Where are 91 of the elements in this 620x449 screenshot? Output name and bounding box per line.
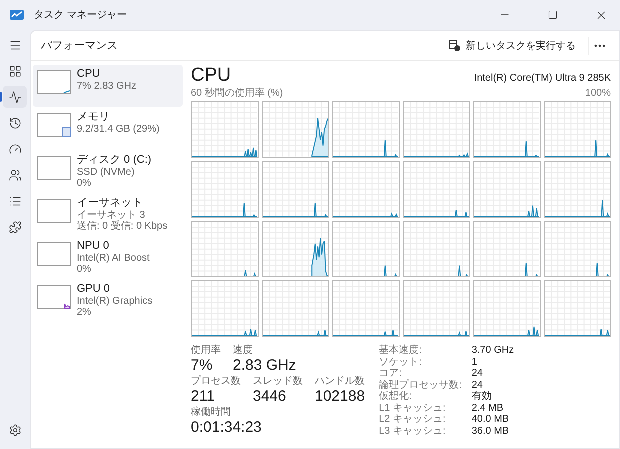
core-usage-graph	[544, 101, 611, 158]
spec-value: 24	[472, 368, 484, 380]
spec-value: 有効	[472, 391, 493, 402]
spec-label: ソケット:	[379, 356, 423, 368]
spec-label: コア:	[379, 368, 403, 380]
device-item[interactable]: CPU 7% 2.83 GHz	[33, 65, 183, 107]
core-usage-graph	[544, 160, 611, 218]
processor-model: Intel(R) Core(TM) Ultra 9 285K	[474, 73, 611, 86]
spec-value: 1	[472, 356, 478, 368]
stat-value: 3446	[253, 388, 288, 406]
stat-label: 速度	[233, 345, 254, 357]
core-usage-graph	[402, 101, 470, 158]
core-usage-graph	[473, 101, 540, 158]
core-usage-graph	[473, 220, 540, 278]
usage-thumbnail	[37, 242, 71, 266]
core-usage-graph	[332, 220, 400, 278]
core-usage-graph	[191, 220, 258, 278]
device-name: GPU 0	[77, 283, 112, 296]
stat-label: ハンドル数	[315, 376, 366, 388]
device-detail: Intel(R) Graphics	[77, 296, 153, 307]
core-usage-graph	[332, 280, 400, 337]
spec-value: 3.70 GHz	[472, 345, 514, 356]
spec-value: 40.0 MB	[472, 414, 510, 426]
maximize-icon	[548, 10, 558, 20]
core-usage-graph	[402, 160, 470, 218]
stat-value: 0:01:34:23	[191, 419, 262, 437]
device-name: イーサネット	[77, 197, 144, 210]
usage-thumbnail	[37, 199, 71, 223]
device-detail: 2%	[77, 307, 92, 318]
device-detail: Intel(R) AI Boost	[77, 253, 150, 264]
stat-value: 102188	[315, 388, 366, 406]
spec-label: 論理プロセッサ数:	[379, 380, 462, 390]
device-detail: イーサネット 3	[77, 210, 146, 221]
core-usage-graph	[262, 280, 329, 337]
spec-label: L1 キャッシュ:	[379, 402, 447, 414]
device-item[interactable]: メモリ 9.2/31.4 GB (29%)	[33, 108, 183, 150]
device-item[interactable]: NPU 0 Intel(R) AI Boost 0%	[33, 237, 183, 279]
run-new-task-button[interactable]: 新しいタスクを実行する	[443, 36, 582, 56]
spec-value: 36.0 MB	[472, 426, 510, 437]
device-name: CPU	[77, 68, 102, 81]
stat-label: スレッド数	[253, 376, 303, 388]
core-usage-graph	[262, 101, 329, 158]
device-detail: 送信: 0 受信: 0 Kbps	[77, 221, 168, 232]
device-item[interactable]: GPU 0 Intel(R) Graphics 2%	[33, 280, 183, 322]
spec-label: 基本速度:	[379, 345, 423, 356]
device-name: メモリ	[77, 111, 111, 124]
device-detail: 9.2/31.4 GB (29%)	[77, 124, 160, 135]
device-item[interactable]: イーサネット イーサネット 3 送信: 0 受信: 0 Kbps	[33, 194, 183, 236]
core-usage-graph	[262, 220, 329, 278]
spec-value: 24	[472, 380, 484, 390]
core-usage-graph	[544, 220, 611, 278]
device-name: NPU 0	[77, 240, 110, 253]
device-detail: 0%	[77, 178, 92, 189]
device-detail: 0%	[77, 264, 92, 275]
usage-thumbnail	[37, 285, 71, 309]
usage-thumbnail	[37, 156, 71, 180]
core-usage-graph	[262, 160, 329, 218]
core-usage-graph	[191, 101, 258, 158]
device-item[interactable]: ディスク 0 (C:) SSD (NVMe) 0%	[33, 151, 183, 193]
activity-icon[interactable]	[3, 86, 27, 108]
stat-value: 2.83 GHz	[233, 357, 296, 375]
graph-caption: 60 秒間の使用率 (%)	[191, 88, 284, 100]
core-usage-graph	[191, 280, 258, 337]
core-usage-graph	[332, 160, 400, 218]
spec-value: 2.4 MB	[472, 402, 505, 414]
stat-label: 稼働時間	[191, 407, 232, 419]
stat-value: 211	[191, 388, 216, 406]
device-detail: 7% 2.83 GHz	[77, 81, 136, 92]
core-usage-graph	[544, 280, 611, 337]
usage-thumbnail	[37, 113, 71, 137]
device-detail: SSD (NVMe)	[77, 167, 136, 178]
stat-label: 使用率	[191, 345, 221, 357]
graph-max-label: 100%	[585, 88, 611, 100]
stat-label: プロセス数	[191, 376, 241, 388]
spec-label: 仮想化:	[379, 391, 413, 402]
spec-label: L2 キャッシュ:	[379, 414, 447, 426]
app-icon	[10, 10, 24, 20]
page-title: パフォーマンス	[41, 39, 119, 53]
core-usage-graph	[402, 220, 470, 278]
core-usage-graph	[473, 280, 540, 337]
device-name: ディスク 0 (C:)	[77, 154, 152, 167]
usage-thumbnail	[37, 70, 71, 94]
device-title: CPU	[191, 65, 232, 87]
new-task-icon	[449, 40, 461, 52]
core-usage-graph	[332, 101, 400, 158]
spec-label: L3 キャッシュ:	[379, 426, 447, 437]
core-usage-graph	[191, 160, 258, 218]
core-usage-graph	[402, 280, 470, 337]
core-usage-graph	[473, 160, 540, 218]
window-title: タスク マネージャー	[34, 9, 128, 22]
stat-value: 7%	[191, 357, 214, 375]
